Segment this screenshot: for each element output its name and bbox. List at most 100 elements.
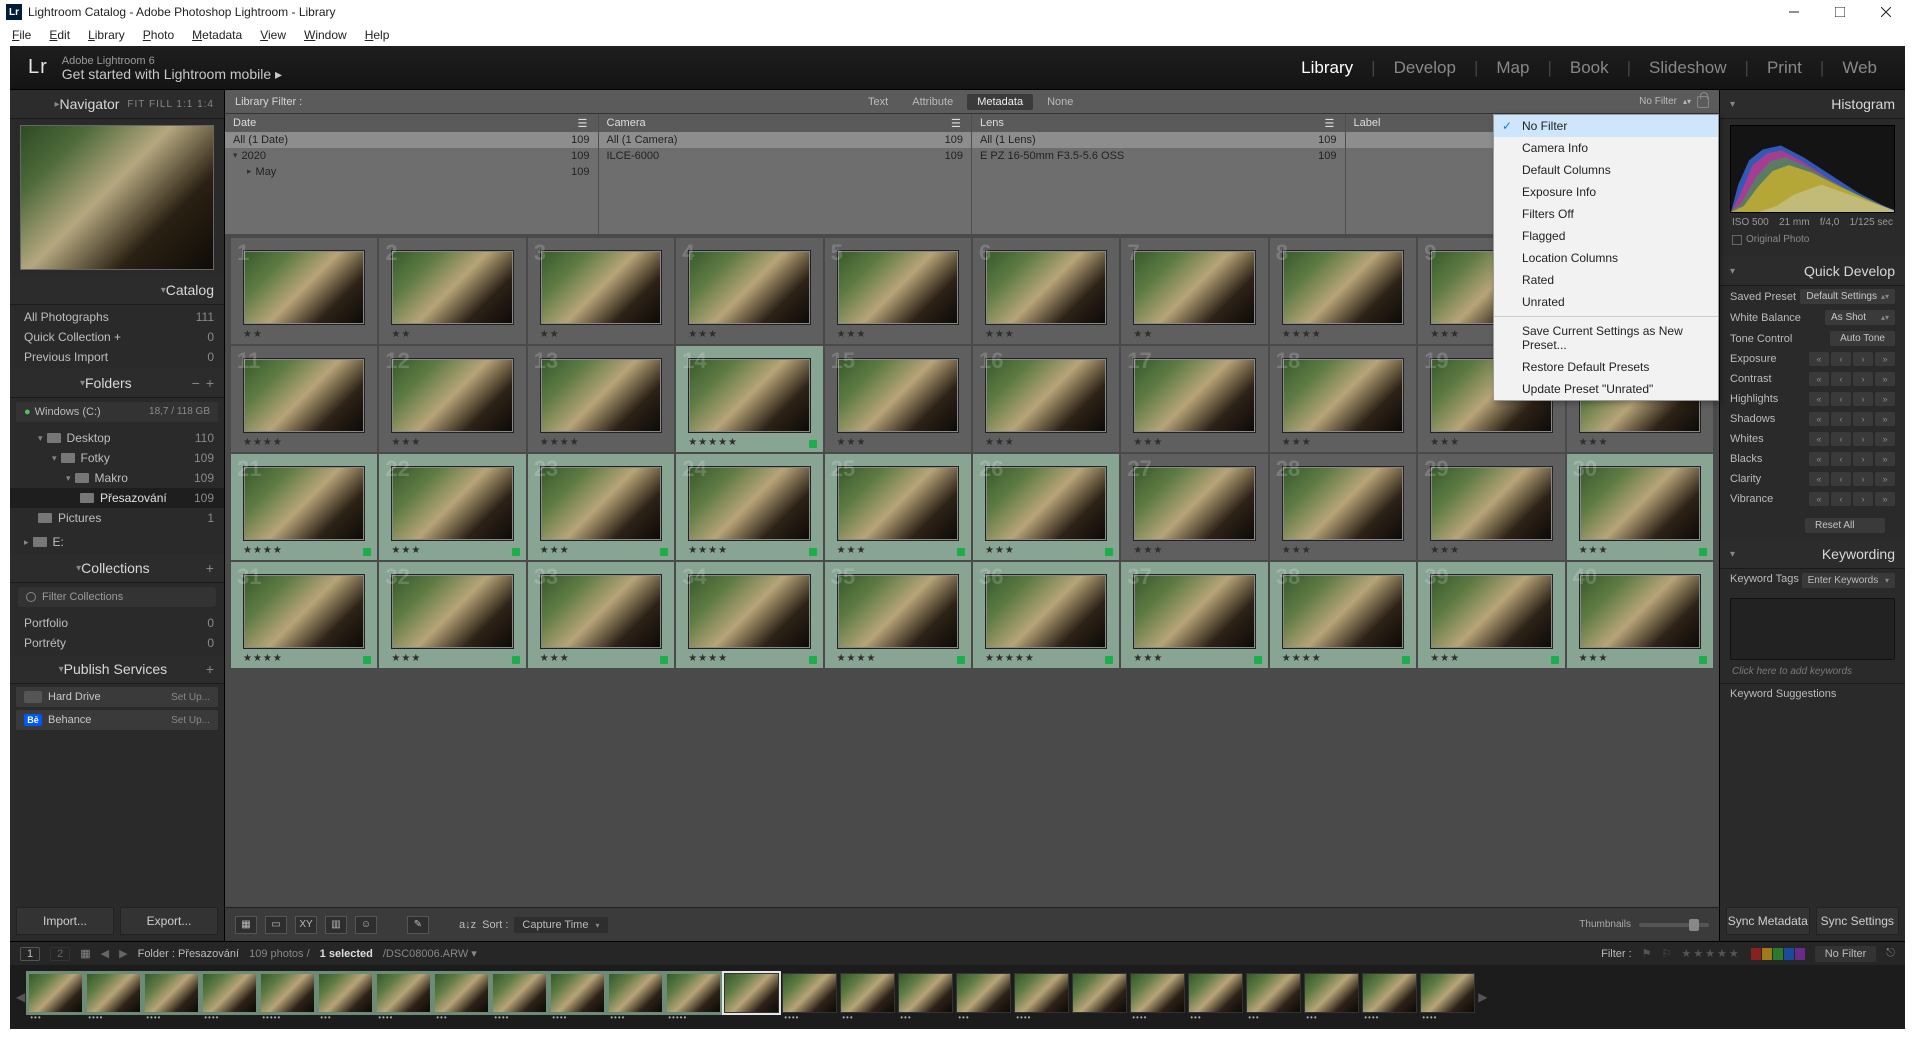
thumbnail-cell[interactable]: 24★★★★ — [676, 454, 822, 560]
publish-row-be[interactable]: BēBehanceSet Up... — [16, 710, 218, 730]
filmstrip-thumb[interactable]: •••• — [550, 973, 605, 1021]
folders-volume[interactable]: ● Windows (C:) 18,7 / 118 GB — [16, 402, 218, 422]
meta-column-header[interactable]: Lens☰ — [972, 114, 1345, 132]
catalog-row[interactable]: Previous Import0 — [10, 347, 224, 367]
thumbnail-cell[interactable]: 33★★★ — [528, 562, 674, 668]
collections-header[interactable]: ▾ Collections + — [10, 554, 224, 583]
thumbnail-cell[interactable]: 38★★★★ — [1270, 562, 1416, 668]
ctx-item[interactable]: Update Preset "Unrated" — [1494, 378, 1718, 400]
filmstrip-thumb[interactable]: ••• — [1188, 973, 1243, 1021]
filmstrip-thumb[interactable]: •••• — [144, 973, 199, 1021]
module-slideshow[interactable]: Slideshow — [1639, 56, 1737, 80]
filter-tab-attribute[interactable]: Attribute — [902, 94, 963, 110]
column-menu-icon[interactable]: ☰ — [1325, 117, 1337, 129]
meta-row[interactable]: ▸May109 — [225, 164, 598, 180]
menu-file[interactable]: File — [4, 26, 39, 44]
meta-row[interactable]: All (1 Camera)109 — [599, 132, 972, 148]
filmstrip-thumb[interactable]: •••• — [202, 973, 257, 1021]
thumbnail-cell[interactable]: 25★★★ — [825, 454, 971, 560]
lr-tagline[interactable]: Adobe Lightroom 6 Get started with Light… — [62, 55, 282, 81]
sort-dropdown[interactable]: Capture Time ▾ — [514, 917, 607, 933]
ctx-item[interactable]: Unrated — [1494, 291, 1718, 313]
filter-preset-dropdown[interactable]: No Filter — [1639, 96, 1677, 107]
qdev-dropdown[interactable]: As Shot▴▾ — [1825, 310, 1895, 325]
module-web[interactable]: Web — [1832, 56, 1887, 80]
keyword-suggestions-header[interactable]: Keyword Suggestions — [1720, 683, 1905, 704]
filmstrip-thumb[interactable]: •••• — [492, 973, 547, 1021]
ctx-item[interactable]: Save Current Settings as New Preset... — [1494, 320, 1718, 356]
thumbnail-cell[interactable]: 28★★★ — [1270, 454, 1416, 560]
menu-metadata[interactable]: Metadata — [184, 26, 250, 44]
module-library[interactable]: Library — [1291, 56, 1363, 80]
thumbnail-size-slider[interactable] — [1639, 923, 1709, 927]
color-label-filter[interactable] — [1751, 948, 1805, 960]
thumbnail-cell[interactable]: 29★★★ — [1418, 454, 1564, 560]
keyword-tags-dropdown[interactable]: Enter Keywords ▾ — [1802, 573, 1895, 588]
thumbnail-cell[interactable]: 11★★★★ — [231, 346, 377, 452]
page-1[interactable]: 1 — [20, 947, 40, 961]
filmstrip-thumb[interactable]: ••• — [1304, 973, 1359, 1021]
thumbnail-cell[interactable]: 37★★★ — [1121, 562, 1267, 668]
filmstrip-thumb[interactable]: •••• — [1420, 973, 1475, 1021]
flag-filter-icon[interactable]: ⚑ — [1642, 947, 1652, 960]
qdev-dropdown[interactable]: Default Settings▴▾ — [1800, 289, 1895, 304]
rating-filter[interactable]: ★★★★★ — [1681, 947, 1740, 960]
thumbnail-cell[interactable]: 32★★★ — [379, 562, 525, 668]
qdev-stepper[interactable]: «‹›» — [1809, 372, 1895, 386]
filmstrip-thumb[interactable]: ••••• — [260, 973, 315, 1021]
current-file[interactable]: /DSC08006.ARW ▾ — [383, 947, 477, 960]
navigator-header[interactable]: ▸ Navigator FIT FILL 1:1 1:4 — [10, 90, 224, 119]
auto-tone-button[interactable]: Auto Tone — [1830, 331, 1895, 346]
filmstrip[interactable]: ◀•••••••••••••••••••••••••••••••••••••••… — [10, 965, 1905, 1029]
folder-row[interactable]: ▸E: — [10, 532, 224, 552]
thumbnail-cell[interactable]: 7★★ — [1121, 238, 1267, 344]
thumbnail-cell[interactable]: 36★★★★★ — [973, 562, 1119, 668]
histogram-header[interactable]: Histogram ▾ — [1720, 90, 1905, 119]
menu-edit[interactable]: Edit — [41, 26, 78, 44]
meta-row[interactable]: All (1 Lens)109 — [972, 132, 1345, 148]
filmstrip-thumb[interactable] — [1072, 973, 1127, 1021]
filmstrip-thumb[interactable]: ••• — [956, 973, 1011, 1021]
thumbnail-cell[interactable]: 3★★ — [528, 238, 674, 344]
column-menu-icon[interactable]: ☰ — [578, 117, 590, 129]
ctx-item[interactable]: No Filter — [1494, 115, 1718, 137]
maximize-button[interactable] — [1817, 0, 1863, 24]
breadcrumb[interactable]: Folder : Přesazování — [138, 948, 240, 960]
flag-filter-icon2[interactable]: ⚐ — [1662, 947, 1672, 960]
meta-row[interactable]: ILCE-6000109 — [599, 148, 972, 164]
qdev-stepper[interactable]: «‹›» — [1809, 432, 1895, 446]
sync-settings-button[interactable]: Sync Settings — [1816, 907, 1900, 935]
qdev-stepper[interactable]: «‹›» — [1809, 392, 1895, 406]
thumbnail-cell[interactable]: 12★★★ — [379, 346, 525, 452]
filmstrip-thumb[interactable]: ••••• — [666, 973, 721, 1021]
ctx-item[interactable]: Restore Default Presets — [1494, 356, 1718, 378]
filmstrip-thumb[interactable]: ••• — [1246, 973, 1301, 1021]
menu-photo[interactable]: Photo — [135, 26, 182, 44]
people-view-icon[interactable]: ☺ — [355, 916, 377, 934]
grid-toggle-icon[interactable]: ▦ — [80, 947, 90, 960]
thumbnail-cell[interactable]: 21★★★★ — [231, 454, 377, 560]
thumbnail-cell[interactable]: 31★★★★ — [231, 562, 377, 668]
qdev-stepper[interactable]: «‹›» — [1809, 452, 1895, 466]
status-filter-dropdown[interactable]: No Filter — [1815, 946, 1877, 962]
folders-minus-icon[interactable]: − — [192, 375, 200, 391]
filmstrip-thumb[interactable]: •••• — [782, 973, 837, 1021]
filmstrip-thumb[interactable]: •••• — [376, 973, 431, 1021]
meta-column-header[interactable]: Camera☰ — [599, 114, 972, 132]
module-print[interactable]: Print — [1757, 56, 1812, 80]
thumbnail-cell[interactable]: 4★★★ — [676, 238, 822, 344]
qdev-stepper[interactable]: «‹›» — [1809, 352, 1895, 366]
folder-row[interactable]: Pictures1 — [10, 508, 224, 528]
filmstrip-thumb[interactable]: •••• — [1130, 973, 1185, 1021]
navigator-preview[interactable] — [20, 125, 214, 270]
folder-row[interactable]: Přesazování109 — [10, 488, 224, 508]
publish-row-drive[interactable]: Hard DriveSet Up... — [16, 687, 218, 707]
filmstrip-thumb[interactable]: ••• — [898, 973, 953, 1021]
filmstrip-thumb[interactable]: •••• — [608, 973, 663, 1021]
menu-help[interactable]: Help — [357, 26, 398, 44]
catalog-row[interactable]: All Photographs111 — [10, 307, 224, 327]
collection-row[interactable]: Portfolio0 — [10, 613, 224, 633]
thumbnail-cell[interactable]: 30★★★ — [1567, 454, 1713, 560]
thumbnail-cell[interactable]: 2★★ — [379, 238, 525, 344]
ctx-item[interactable]: Flagged — [1494, 225, 1718, 247]
